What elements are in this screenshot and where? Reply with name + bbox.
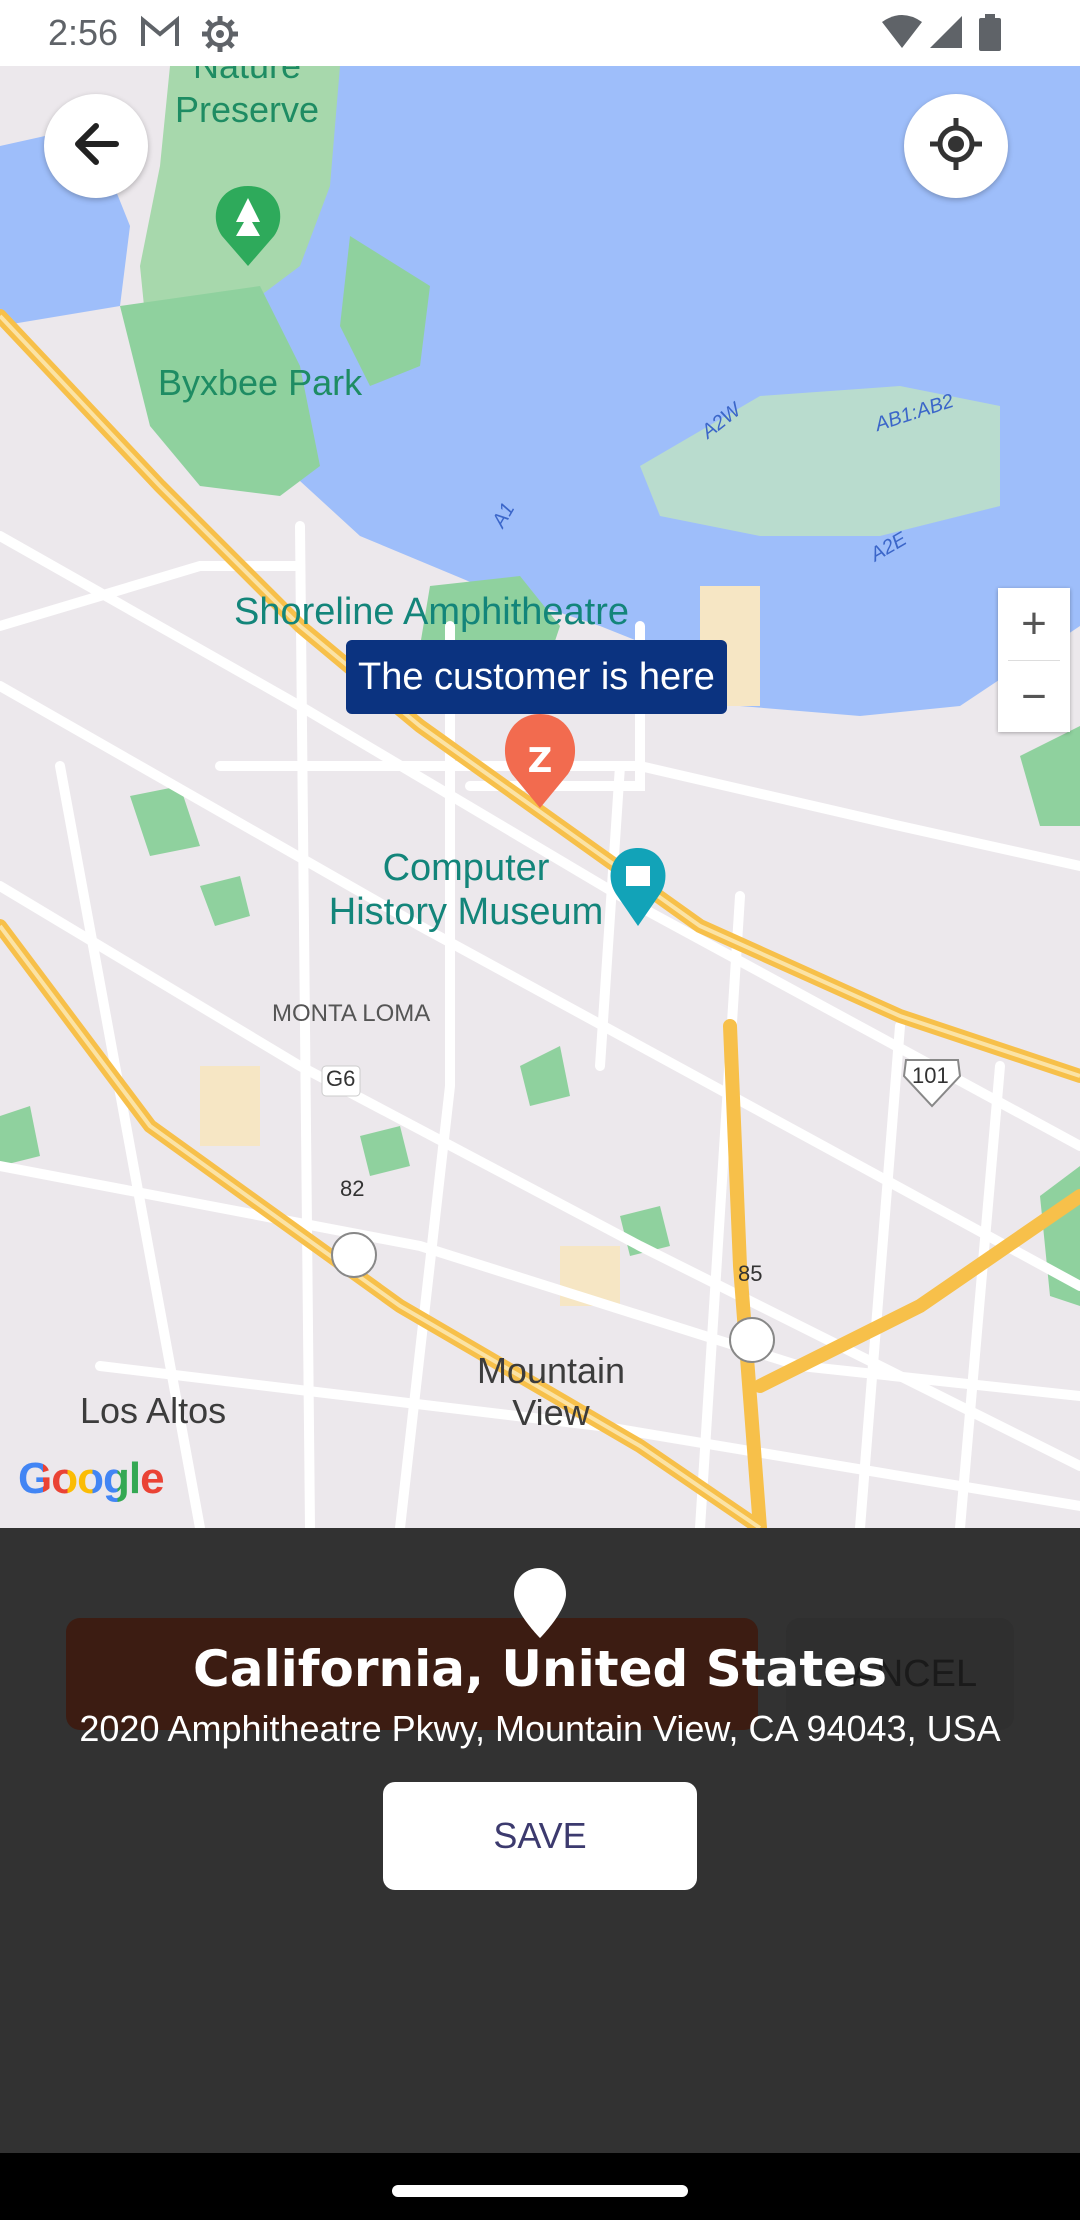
google-logo: Google — [18, 1454, 165, 1503]
zoom-controls: + − — [998, 588, 1070, 732]
status-bar: 2:56 — [0, 0, 1080, 66]
route-label-g6: G6 — [326, 1066, 356, 1091]
signal-icon — [928, 14, 964, 55]
arrow-left-icon — [70, 118, 122, 175]
map-label-monta-loma: MONTA LOMA — [272, 1000, 431, 1027]
map-label-nature-preserve: Nature Preserve — [174, 66, 320, 130]
place-title: California, United States — [193, 1640, 887, 1698]
marker-tooltip: The customer is here — [346, 640, 727, 714]
save-button[interactable]: SAVE — [383, 1782, 697, 1890]
route-label-101: 101 — [912, 1063, 949, 1088]
svg-text:Z: Z — [528, 741, 553, 781]
location-pin-icon — [514, 1568, 566, 1643]
system-nav-bar — [0, 2153, 1080, 2220]
wifi-icon — [880, 14, 924, 55]
zoom-in-button[interactable]: + — [998, 588, 1070, 660]
map-label-byxbee-park: Byxbee Park — [158, 362, 363, 403]
map-label-los-altos: Los Altos — [80, 1390, 227, 1431]
home-gesture-handle[interactable] — [392, 2185, 688, 2197]
location-bottom-sheet: CANCEL California, United States 2020 Am… — [0, 1528, 1080, 2153]
place-address: 2020 Amphitheatre Pkwy, Mountain View, C… — [79, 1708, 1001, 1749]
map-tiles: Z — [0, 66, 1080, 1528]
map-label-shoreline-amphitheatre: Shoreline Amphitheatre — [234, 591, 630, 633]
battery-icon — [978, 14, 1002, 57]
back-button[interactable] — [44, 94, 148, 198]
route-label-85: 85 — [738, 1261, 763, 1286]
settings-gear-icon — [200, 14, 240, 59]
map-label-computer-history-museum: Computer History Museum — [328, 847, 604, 933]
map-label-mountain-view: Mountain View — [476, 1350, 626, 1433]
map-view[interactable]: Z Nature Preserve Byxbee Park Shoreline … — [0, 66, 1080, 1528]
my-location-button[interactable] — [904, 94, 1008, 198]
crosshair-location-icon — [928, 116, 984, 177]
status-time: 2:56 — [48, 12, 119, 53]
gmail-icon — [140, 14, 180, 55]
route-label-82: 82 — [340, 1176, 365, 1201]
zoom-out-button[interactable]: − — [998, 661, 1070, 733]
